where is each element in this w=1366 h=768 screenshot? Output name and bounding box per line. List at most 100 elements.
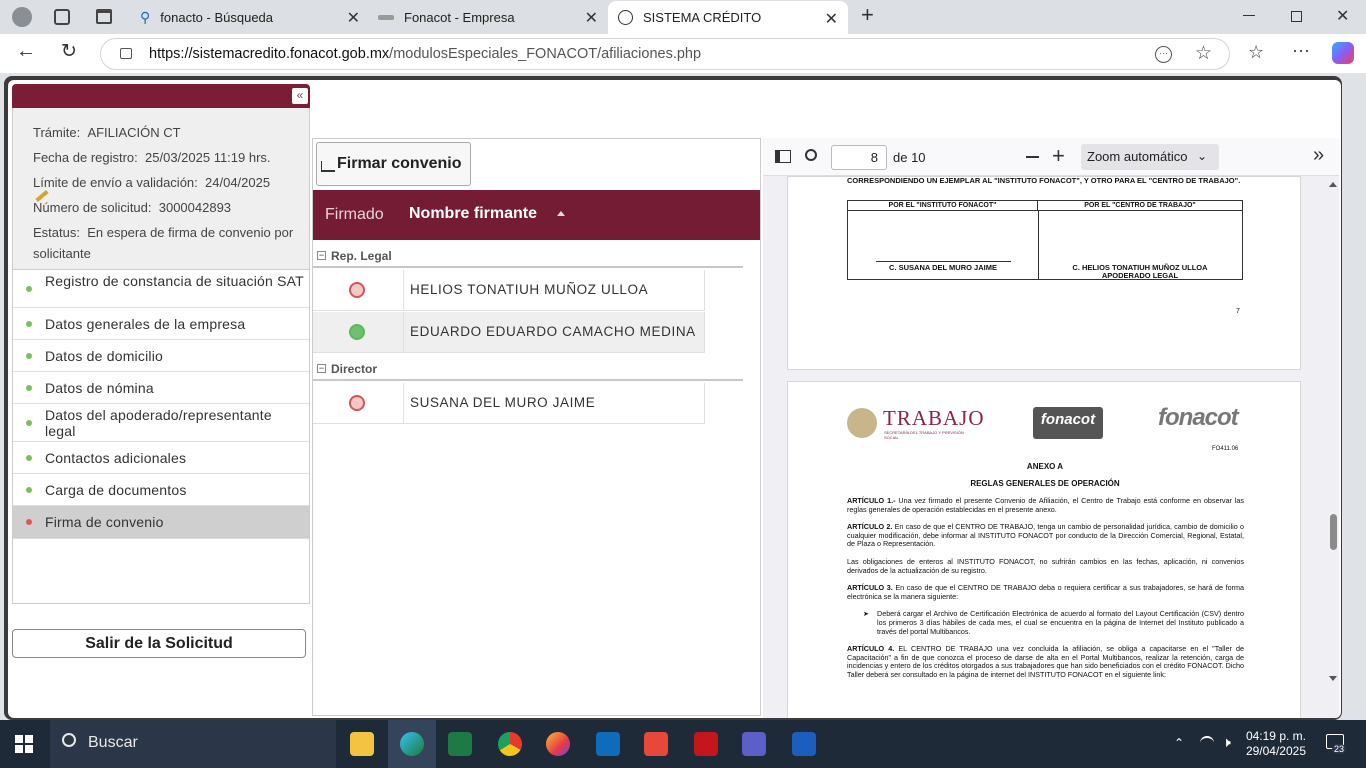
cell-separator <box>403 270 404 311</box>
logo-text: fonacot <box>1040 411 1096 428</box>
menu-item-contactos[interactable]: Contactos adicionales <box>13 442 309 474</box>
favorites-icon[interactable]: ☆ <box>1248 42 1264 63</box>
sign-icon <box>321 161 335 172</box>
side-panel-header: « <box>12 84 310 108</box>
minimize-button[interactable] <box>1243 15 1255 16</box>
word-icon[interactable] <box>792 732 816 756</box>
page-count: de 10 <box>893 150 926 165</box>
file-explorer-icon[interactable] <box>350 732 374 756</box>
tab-fonacot-empresa[interactable]: Fonacot - Empresa ✕ <box>368 0 608 34</box>
scroll-up-icon[interactable] <box>1329 182 1337 187</box>
status-dot <box>26 487 32 493</box>
close-icon[interactable]: ✕ <box>825 9 838 29</box>
start-button[interactable] <box>15 735 33 753</box>
chrome-icon[interactable] <box>498 732 522 756</box>
sidebar-toggle-icon[interactable] <box>775 150 791 163</box>
page-number-input[interactable]: 8 <box>831 145 887 170</box>
menu-item-nomina[interactable]: Datos de nómina <box>13 372 309 404</box>
col-name-header[interactable]: Nombre firmante <box>409 205 537 223</box>
maximize-button[interactable] <box>1291 11 1302 22</box>
scrollbar-thumb[interactable] <box>1330 514 1337 550</box>
menu-label: Carga de documentos <box>45 482 187 498</box>
show-hidden-icons[interactable]: ⌃ <box>1174 736 1184 750</box>
more-menu-icon[interactable]: ··· <box>1292 40 1310 61</box>
new-tab-button[interactable]: + <box>861 2 874 28</box>
chevron-down-icon: ⌄ <box>1196 149 1207 163</box>
close-icon[interactable]: ✕ <box>347 8 360 28</box>
exit-request-button[interactable]: Salir de la Solicitud <box>12 629 306 658</box>
collapse-group-icon[interactable]: − <box>317 251 326 260</box>
browser-tab-bar: ⚲ fonacto - Búsqueda ✕ Fonacot - Empresa… <box>0 0 1366 34</box>
taskbar: Buscar ⌃ 🕨 04:19 p. m. 29/04/2025 23 <box>0 720 1366 768</box>
signer-name: EDUARDO EDUARDO CAMACHO MEDINA <box>410 324 696 339</box>
volume-icon[interactable]: 🕨 <box>1222 734 1231 751</box>
signed-check-icon <box>349 324 365 340</box>
pdf-scrollbar[interactable] <box>1327 176 1339 718</box>
scroll-down-icon[interactable] <box>1329 676 1337 681</box>
tab-sistema-credito[interactable]: SISTEMA CRÉDITO ✕ <box>608 1 848 34</box>
refresh-button[interactable]: ↻ <box>61 40 77 63</box>
workspaces-icon[interactable] <box>54 9 70 25</box>
article-text: En caso de que el CENTRO DE TRABAJO, ten… <box>847 522 1244 549</box>
status-dot <box>26 321 32 327</box>
info-value: AFILIACIÓN CT <box>87 125 181 140</box>
taskbar-search[interactable]: Buscar <box>50 720 336 768</box>
menu-label: Datos de domicilio <box>45 348 163 364</box>
tab-actions-icon[interactable] <box>96 9 112 24</box>
back-button[interactable]: ← <box>16 40 36 63</box>
menu-item-datos-generales[interactable]: Datos generales de la empresa <box>13 308 309 340</box>
copilot-icon[interactable] <box>1332 42 1354 64</box>
collapse-group-icon[interactable]: − <box>317 364 326 373</box>
search-icon: ⚲ <box>140 8 151 25</box>
tab-busqueda[interactable]: ⚲ fonacto - Búsqueda ✕ <box>128 0 370 34</box>
edge-icon[interactable] <box>400 732 424 756</box>
secretaria-trabajo-logo: TRABAJO SECRETARÍA DEL TRABAJO Y PREVISI… <box>847 406 985 444</box>
system-clock[interactable]: 04:19 p. m. 29/04/2025 <box>1244 729 1306 759</box>
page-paragraph: ARTÍCULO 4. EL CENTRO DE TRABAJO una vez… <box>847 644 1244 679</box>
search-icon[interactable] <box>805 149 817 161</box>
annex-title: ANEXO A <box>1026 462 1064 471</box>
window-close-button[interactable]: ✕ <box>1336 6 1349 26</box>
excel-icon[interactable] <box>448 732 472 756</box>
anydesk-icon[interactable] <box>644 732 668 756</box>
group-director[interactable]: − Director <box>313 359 743 381</box>
acrobat-icon[interactable] <box>694 732 718 756</box>
sign-agreement-button[interactable]: Firmar convenio <box>316 142 471 186</box>
teams-icon[interactable] <box>742 732 766 756</box>
zoom-out-button[interactable] <box>1026 156 1039 158</box>
zoom-select[interactable]: Zoom automático ⌄ <box>1081 144 1219 170</box>
menu-item-constancia-sat[interactable]: Registro de constancia de situación SAT <box>13 270 309 308</box>
info-tramite: Trámite: AFILIACIÓN CT <box>33 122 181 143</box>
signer-row[interactable]: EDUARDO EDUARDO CAMACHO MEDINA <box>313 312 705 353</box>
address-bar-row: ← ↻ https://sistemacredito.fonacot.gob.m… <box>0 34 1366 74</box>
url-box[interactable]: https://sistemacredito.fonacot.gob.mx/mo… <box>100 38 1230 70</box>
signer-name: HELIOS TONATIUH MUÑOZ ULLOA <box>410 282 649 297</box>
group-rep-legal[interactable]: − Rep. Legal <box>313 246 743 268</box>
col-signed-header[interactable]: Firmado <box>325 206 384 224</box>
menu-item-firma-convenio[interactable]: Firma de convenio <box>13 506 309 539</box>
pdf-page: CORRESPONDIENDO UN EJEMPLAR AL "INSTITUT… <box>787 176 1301 370</box>
menu-item-documentos[interactable]: Carga de documentos <box>13 474 309 506</box>
favorite-star-icon[interactable]: ☆ <box>1195 42 1212 65</box>
sig-col-header: POR EL "INSTITUTO FONACOT" <box>848 201 1038 211</box>
info-estatus: Estatus: En espera de firma de convenio … <box>33 222 301 264</box>
reader-icon[interactable]: ··· <box>1155 46 1172 63</box>
zoom-in-button[interactable]: + <box>1052 145 1065 167</box>
tools-menu-icon[interactable]: » <box>1313 144 1324 167</box>
signer-row[interactable]: HELIOS TONATIUH MUÑOZ ULLOA <box>313 270 705 311</box>
info-value: 25/03/2025 11:19 hrs. <box>145 150 271 165</box>
signer-row[interactable]: SUSANA DEL MURO JAIME <box>313 383 705 424</box>
logo-text: TRABAJO <box>883 406 985 430</box>
collapse-panel-button[interactable]: « <box>292 88 308 104</box>
profile-icon[interactable] <box>12 7 32 27</box>
firefox-icon[interactable] <box>546 732 570 756</box>
outlook-icon[interactable] <box>596 732 620 756</box>
signature-line <box>876 261 1011 262</box>
menu-item-domicilio[interactable]: Datos de domicilio <box>13 340 309 372</box>
menu-item-apoderado[interactable]: Datos del apoderado/representante legal <box>13 404 309 442</box>
url-text[interactable]: https://sistemacredito.fonacot.gob.mx/mo… <box>149 46 701 62</box>
lock-icon[interactable] <box>120 48 132 59</box>
network-icon[interactable] <box>1200 736 1214 748</box>
unsigned-icon <box>349 282 365 298</box>
close-icon[interactable]: ✕ <box>585 8 598 28</box>
